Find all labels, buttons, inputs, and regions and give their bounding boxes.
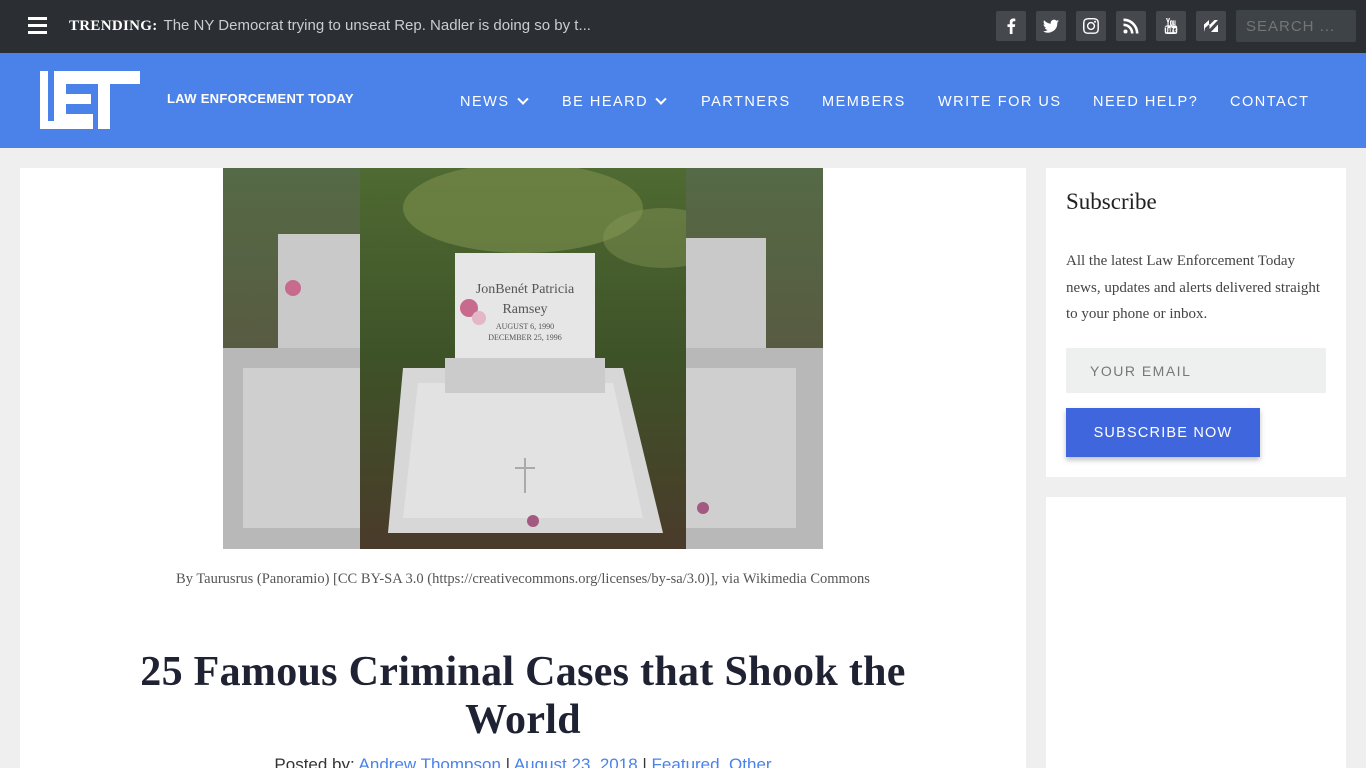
article-hero-image: JonBenét Patricia Ramsey AUGUST 6, 1990 …: [223, 168, 823, 549]
posted-by-label: Posted by:: [274, 755, 355, 768]
trending-ticker[interactable]: TRENDING: The NY Democrat trying to unsea…: [69, 17, 591, 35]
article-title: 25 Famous Criminal Cases that Shook the …: [140, 649, 906, 743]
nav-news-label: NEWS: [460, 94, 510, 110]
grave-name2: Ramsey: [502, 302, 547, 317]
grave-name1: JonBenét Patricia: [476, 282, 575, 297]
sidebar-ad-widget: [1046, 497, 1346, 768]
grave-died: DECEMBER 25, 1996: [488, 333, 562, 342]
email-field[interactable]: [1066, 348, 1326, 393]
article-meta: Posted by: Andrew Thompson | August 23, …: [20, 755, 1026, 768]
subscribe-button[interactable]: SUBSCRIBE NOW: [1066, 408, 1260, 457]
facebook-icon[interactable]: [996, 11, 1026, 41]
image-caption: By Taurusrus (Panoramio) [CC BY-SA 3.0 (…: [176, 571, 870, 587]
subscribe-title: Subscribe: [1066, 189, 1157, 214]
nav-be-heard[interactable]: BE HEARD: [562, 93, 667, 110]
subscribe-widget: Subscribe All the latest Law Enforcement…: [1046, 168, 1346, 477]
twitter-icon[interactable]: [1036, 11, 1066, 41]
grave-born: AUGUST 6, 1990: [496, 322, 554, 331]
site-logo[interactable]: [40, 71, 140, 129]
top-bar: TRENDING: The NY Democrat trying to unsea…: [0, 0, 1366, 53]
youtube-icon[interactable]: [1156, 11, 1186, 41]
site-header: LAW ENFORCEMENT TODAY NEWS BE HEARD PART…: [0, 53, 1366, 148]
menu-icon[interactable]: [28, 17, 47, 34]
category-featured-link[interactable]: Featured: [652, 755, 720, 768]
category-other-link[interactable]: Other: [729, 755, 772, 768]
subscribe-description: All the latest Law Enforcement Today new…: [1066, 253, 1321, 322]
nav-write-for-us[interactable]: WRITE FOR US: [938, 94, 1062, 110]
nav-need-help[interactable]: NEED HELP?: [1093, 94, 1198, 110]
chevron-down-icon: [655, 93, 667, 105]
nav-contact[interactable]: CONTACT: [1230, 94, 1310, 110]
search-input[interactable]: [1236, 10, 1356, 42]
newsbreak-icon[interactable]: [1196, 11, 1226, 41]
nav-news[interactable]: NEWS: [460, 93, 529, 110]
chevron-down-icon: [516, 93, 529, 105]
nav-be-heard-label: BE HEARD: [562, 94, 649, 110]
trending-headline[interactable]: The NY Democrat trying to unseat Rep. Na…: [164, 17, 591, 34]
author-link[interactable]: Andrew Thompson: [359, 755, 501, 768]
nav-partners[interactable]: PARTNERS: [701, 94, 791, 110]
date-link[interactable]: August 23, 2018: [514, 755, 638, 768]
trending-label: TRENDING:: [69, 18, 158, 34]
brand-name[interactable]: LAW ENFORCEMENT TODAY: [167, 91, 354, 106]
rss-icon[interactable]: [1116, 11, 1146, 41]
nav-members[interactable]: MEMBERS: [822, 94, 906, 110]
article-card: JonBenét Patricia Ramsey AUGUST 6, 1990 …: [20, 168, 1026, 768]
instagram-icon[interactable]: [1076, 11, 1106, 41]
